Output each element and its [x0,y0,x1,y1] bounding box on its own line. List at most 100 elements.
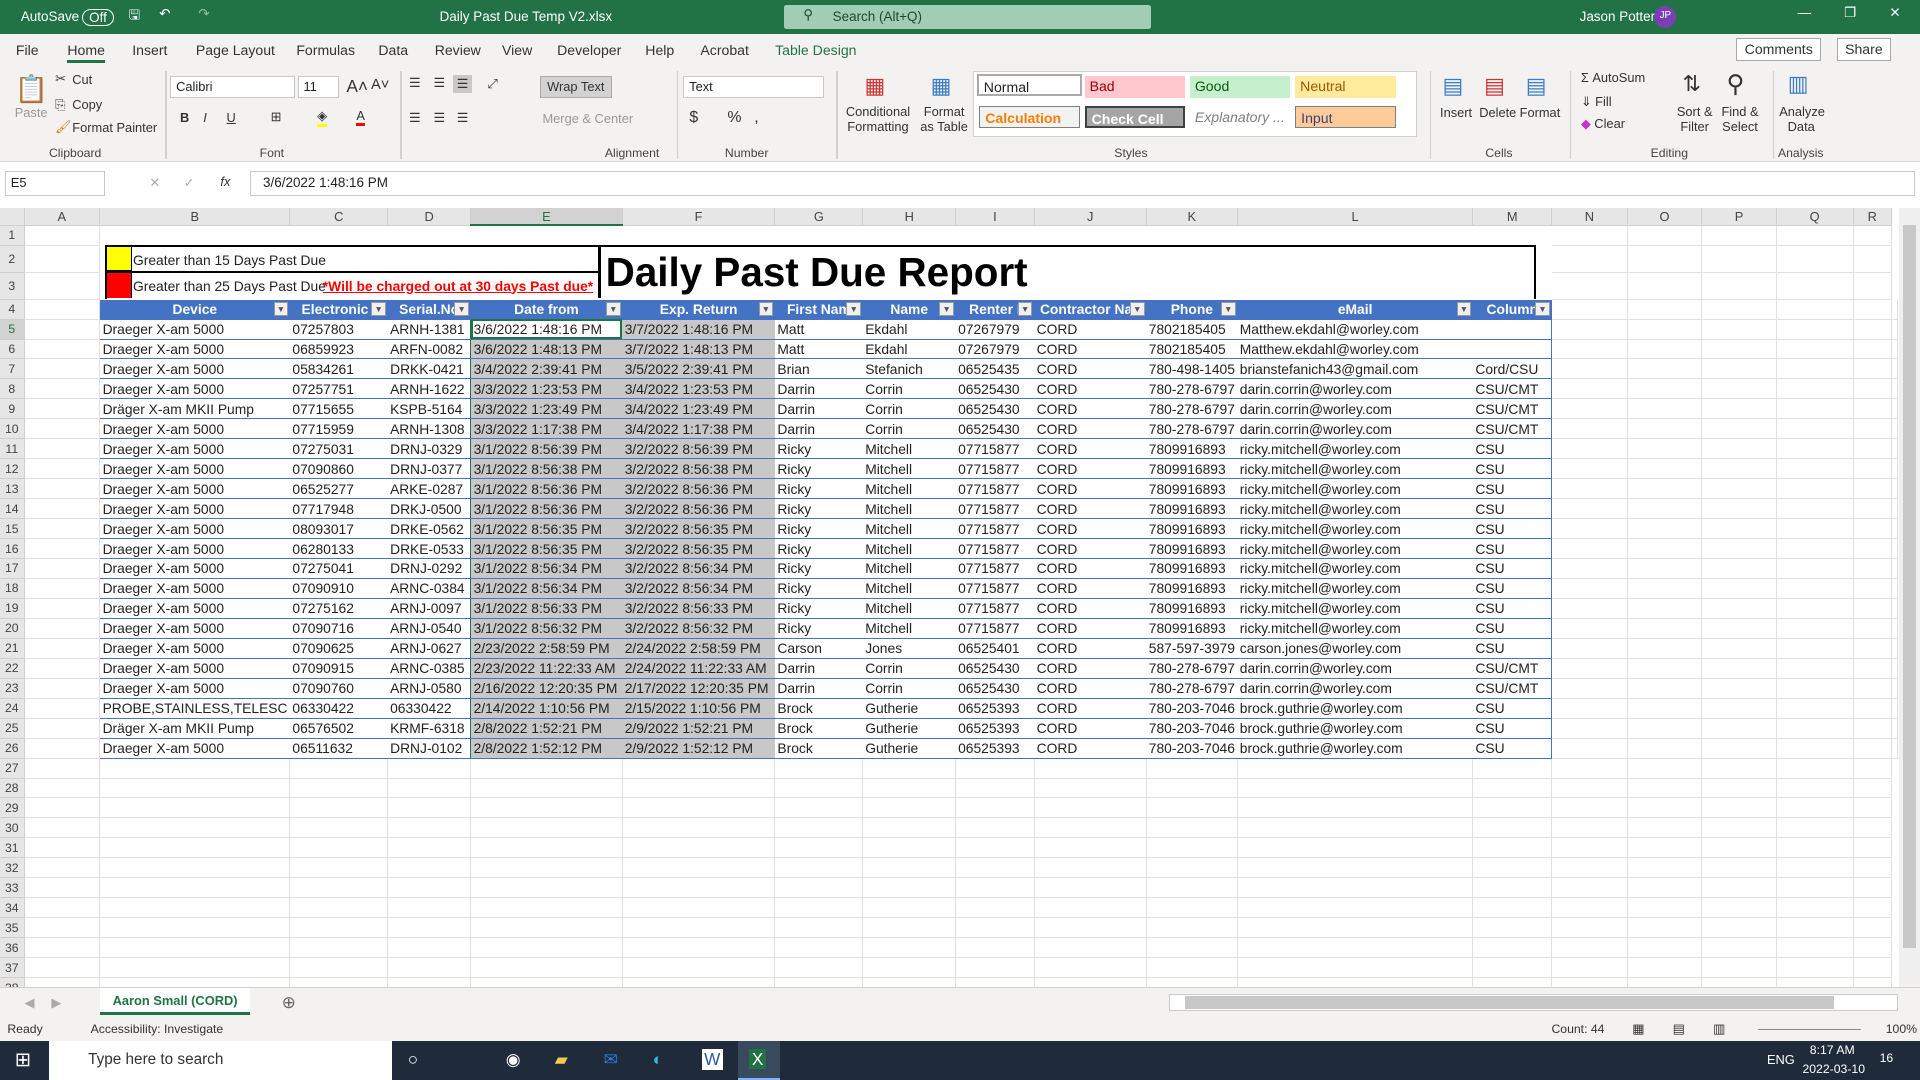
underline-icon[interactable]: U [227,110,236,125]
row-header[interactable]: 26 [0,738,25,759]
table-cell[interactable]: brock.guthrie@worley.com [1237,738,1473,759]
table-cell[interactable]: 3/2/2022 8:56:33 PM [622,598,775,619]
formula-input[interactable]: 3/6/2022 1:48:16 PM [249,171,1916,196]
tab-file[interactable]: File [16,42,39,58]
row-header[interactable]: 35 [0,917,25,939]
italic-icon[interactable]: I [203,110,207,125]
table-header[interactable]: Serial.No ▼ [387,299,472,320]
number-format-dropdown[interactable]: Text [683,75,825,98]
row-header[interactable]: 33 [0,877,25,899]
row-header[interactable]: 24 [0,698,25,719]
table-cell[interactable]: 3/1/2022 8:56:33 PM [470,598,623,619]
table-cell[interactable]: CSU [1472,498,1553,520]
page-layout-view-icon[interactable]: ▤ [1673,1021,1685,1037]
filter-dropdown-icon[interactable]: ▼ [1129,302,1145,316]
row-header[interactable]: 27 [0,758,25,779]
table-cell[interactable]: Darrin [774,658,863,679]
table-cell[interactable]: 3/3/2022 1:23:53 PM [470,378,623,400]
filter-dropdown-icon[interactable]: ▼ [1017,302,1033,316]
table-cell[interactable]: 2/15/2022 1:10:56 PM [622,698,775,719]
clock-date[interactable]: 2022-03-10 [1802,1062,1865,1076]
table-cell[interactable]: darin.corrin@worley.com [1237,378,1473,400]
table-cell[interactable]: Draeger X-am 5000 [99,618,290,639]
table-cell[interactable]: CSU [1472,718,1553,739]
align-top-icon[interactable]: ☰ [409,75,421,91]
table-cell[interactable]: Matthew.ekdahl@worley.com [1237,339,1473,360]
cancel-icon[interactable]: ✕ [149,175,160,191]
row-header[interactable]: 34 [0,897,25,919]
row-header[interactable]: 25 [0,718,25,739]
find-select-button[interactable]: Find & Select [1719,104,1761,134]
table-cell[interactable]: Draeger X-am 5000 [99,339,290,360]
table-cell[interactable]: CORD [1034,638,1147,659]
row-header[interactable]: 15 [0,518,25,540]
table-cell[interactable]: 08093017 [289,518,388,540]
table-cell[interactable]: 2/8/2022 1:52:21 PM [470,718,623,739]
row-header[interactable]: 38 [0,977,25,987]
cell-grid[interactable]: A B C D E F G H I J K L M N O P Q R 1 2 3 4 Device ▼ Electronic … [0,208,1898,987]
table-cell[interactable]: 07715877 [955,518,1035,540]
table-cell[interactable]: Draeger X-am 5000 [99,518,290,540]
table-cell[interactable]: 07090760 [289,678,388,699]
notifications-badge[interactable]: 16 [1880,1051,1894,1065]
font-color-icon[interactable]: A [356,108,365,126]
table-cell[interactable]: CSU [1472,518,1553,540]
table-cell[interactable]: DRKJ-0500 [387,498,471,520]
worksheet-grid[interactable]: A B C D E F G H I J K L M N O P Q R 1 2 3 4 Device ▼ Electronic … [0,208,1898,987]
table-cell[interactable]: 7809916893 [1146,618,1238,639]
paste-icon[interactable]: 📋 [15,73,49,105]
table-cell[interactable]: 3/7/2022 1:48:13 PM [622,339,775,360]
table-cell[interactable]: CSU [1472,438,1553,460]
table-cell[interactable]: Brock [774,738,863,759]
table-cell[interactable]: 06525393 [955,738,1035,759]
table-cell[interactable]: Draeger X-am 5000 [99,498,290,520]
column-header-D[interactable]: D [387,208,472,226]
normal-view-icon[interactable]: ▦ [1632,1021,1644,1037]
table-cell[interactable]: Draeger X-am 5000 [99,598,290,619]
table-cell[interactable]: 2/24/2022 2:58:59 PM [622,638,775,659]
filter-dropdown-icon[interactable]: ▼ [1220,302,1236,316]
table-header[interactable]: Date from ▼ [470,299,623,320]
table-cell[interactable]: 3/1/2022 8:56:35 PM [470,538,623,560]
table-cell[interactable]: ricky.mitchell@worley.com [1237,618,1473,639]
filter-dropdown-icon[interactable]: ▼ [1535,302,1550,316]
table-cell[interactable]: 06525430 [955,418,1035,440]
table-cell[interactable]: darin.corrin@worley.com [1237,658,1473,679]
table-cell[interactable]: Ekdahl [862,319,956,340]
row-header[interactable]: 20 [0,618,25,639]
table-cell[interactable]: Matt [774,339,863,360]
table-cell[interactable]: DRKE-0533 [387,538,471,560]
table-cell[interactable]: 3/2/2022 8:56:36 PM [622,478,775,500]
row-header[interactable]: 22 [0,658,25,679]
table-cell[interactable]: 07715877 [955,618,1035,639]
table-cell[interactable]: Draeger X-am 5000 [99,538,290,560]
format-painter-button[interactable]: Format Painter [72,120,157,135]
table-cell[interactable]: ARNH-1308 [387,418,471,440]
column-header-A[interactable]: A [24,208,101,226]
table-cell[interactable]: 3/1/2022 8:56:34 PM [470,578,623,599]
table-cell[interactable]: 07257803 [289,319,388,340]
table-cell[interactable]: 3/7/2022 1:48:16 PM [622,319,775,340]
table-cell[interactable]: CORD [1034,319,1147,340]
chrome-icon[interactable]: ◉ [506,1049,521,1070]
table-header[interactable]: Exp. Return ▼ [622,299,776,320]
row-header[interactable]: 8 [0,378,25,400]
table-cell[interactable]: darin.corrin@worley.com [1237,678,1473,699]
table-cell[interactable]: Ricky [774,518,863,540]
style-explanatory[interactable]: Explanatory ... [1190,106,1290,128]
table-cell[interactable]: Carson [774,638,863,659]
table-cell[interactable]: 7809916893 [1146,438,1238,460]
table-cell[interactable]: 07717948 [289,498,388,520]
table-cell[interactable]: 07275031 [289,438,388,460]
table-cell[interactable]: 3/1/2022 8:56:38 PM [470,458,623,480]
table-cell[interactable]: Gutherie [862,738,956,759]
table-cell[interactable]: ARNJ-0580 [387,678,471,699]
table-cell[interactable]: 780-203-7046 [1146,718,1238,739]
table-cell[interactable]: Jones [862,638,956,659]
row-header[interactable]: 32 [0,857,25,879]
row-header[interactable]: 23 [0,678,25,699]
column-header-R[interactable]: R [1853,208,1893,226]
table-cell[interactable]: ricky.mitchell@worley.com [1237,578,1473,599]
table-cell[interactable]: 7809916893 [1146,518,1238,540]
table-cell[interactable]: CSU [1472,478,1553,500]
